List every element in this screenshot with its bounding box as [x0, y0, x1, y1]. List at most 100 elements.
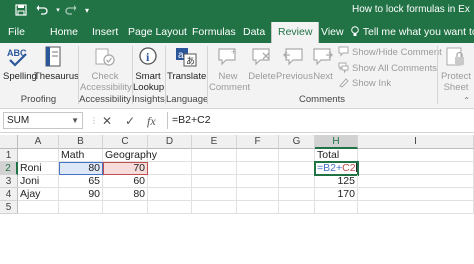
cell-a2[interactable]: Roni [18, 162, 59, 175]
grid-cell[interactable] [103, 201, 148, 214]
previous-comment-button[interactable]: Previous [276, 45, 313, 82]
tab-insert[interactable]: Insert [92, 22, 118, 43]
tab-review[interactable]: Review [271, 22, 320, 43]
tab-formulas[interactable]: Formulas [192, 22, 236, 43]
save-icon[interactable] [14, 4, 28, 18]
cell-c3[interactable]: 60 [103, 175, 148, 188]
grid-cell[interactable] [192, 162, 237, 175]
grid-cell[interactable] [59, 201, 103, 214]
grid-cell[interactable] [237, 175, 279, 188]
grid-cell[interactable] [192, 188, 237, 201]
column-header-a[interactable]: A [18, 135, 59, 149]
customize-quick-access-icon[interactable]: ▾ [80, 4, 94, 18]
cell-h4[interactable]: 170 [315, 188, 358, 201]
cell-b4[interactable]: 90 [59, 188, 103, 201]
grid-cell[interactable] [315, 201, 358, 214]
tab-page-layout[interactable]: Page Layout [128, 22, 187, 43]
row-header-5[interactable]: 5 [0, 201, 18, 214]
grid-cell[interactable] [279, 188, 315, 201]
grid-cell[interactable] [279, 201, 315, 214]
column-header-d[interactable]: D [148, 135, 192, 149]
next-comment-button[interactable]: Next [311, 45, 335, 82]
grid-cell[interactable] [237, 162, 279, 175]
column-header-f[interactable]: F [237, 135, 279, 149]
show-all-comments-label: Show All Comments [352, 63, 438, 74]
previous-label: Previous [276, 71, 313, 82]
next-label: Next [313, 71, 333, 82]
protect-sheet-button[interactable]: Protect Sheet [439, 45, 473, 93]
row-header-3[interactable]: 3 [0, 175, 18, 188]
show-all-comments-button[interactable]: Show All Comments [338, 62, 437, 75]
column-header-i[interactable]: I [358, 135, 474, 149]
thesaurus-button[interactable]: Thesaurus [34, 45, 79, 82]
row-header-2[interactable]: 2 [0, 162, 18, 175]
show-ink-button[interactable]: Show Ink [338, 77, 391, 90]
cell-b1[interactable]: Math [59, 149, 103, 162]
grid-cell[interactable] [279, 162, 315, 175]
select-all-corner[interactable] [0, 135, 18, 149]
grid-cell[interactable] [192, 175, 237, 188]
grid-cell[interactable] [358, 162, 474, 175]
cell-c4[interactable]: 80 [103, 188, 148, 201]
cell-b3[interactable]: 65 [59, 175, 103, 188]
chevron-down-icon[interactable]: ▼ [71, 113, 79, 128]
grid-cell[interactable] [18, 149, 59, 162]
column-header-c[interactable]: C [103, 135, 148, 149]
new-comment-button[interactable]: + New Comment [209, 45, 250, 93]
grid-cell[interactable] [148, 162, 192, 175]
grid-cell[interactable] [148, 201, 192, 214]
grid-cell[interactable] [358, 201, 474, 214]
grid-cell[interactable] [148, 175, 192, 188]
column-header-h[interactable]: H [315, 135, 358, 149]
grid-cell[interactable] [358, 175, 474, 188]
tab-file[interactable]: File [8, 22, 25, 43]
grid-cell[interactable] [237, 201, 279, 214]
undo-dropdown-icon[interactable]: ▾ [51, 4, 65, 18]
grid-cell[interactable] [18, 201, 59, 214]
svg-text:あ: あ [186, 56, 195, 67]
grid-cell[interactable] [358, 188, 474, 201]
thesaurus-label: Thesaurus [34, 71, 79, 82]
grid-cell[interactable] [148, 188, 192, 201]
name-box[interactable]: SUM ▼ [3, 112, 83, 129]
redo-icon[interactable] [64, 4, 78, 18]
collapse-ribbon-icon[interactable]: ⌃ [463, 96, 470, 105]
row-header-4[interactable]: 4 [0, 188, 18, 201]
svg-text:+: + [231, 47, 236, 57]
check-accessibility-button[interactable]: Check Accessibility [80, 45, 132, 93]
tab-view[interactable]: View [321, 22, 344, 43]
grid-cell[interactable] [237, 188, 279, 201]
delete-comment-button[interactable]: Delete [248, 45, 276, 82]
grid-cell[interactable] [358, 149, 474, 162]
column-header-g[interactable]: G [279, 135, 315, 149]
grid-cell[interactable] [279, 149, 315, 162]
tell-me-box[interactable]: Tell me what you want to do [350, 22, 474, 43]
cell-b2[interactable]: 80 [59, 162, 103, 175]
insert-function-icon[interactable]: fx [147, 114, 156, 128]
undo-icon[interactable] [35, 4, 49, 18]
tab-home[interactable]: Home [50, 22, 78, 43]
show-hide-comment-button[interactable]: Show/Hide Comment [338, 46, 442, 59]
grid-cell[interactable] [237, 149, 279, 162]
translate-button[interactable]: aあ Translate [167, 45, 206, 82]
grid-cell[interactable] [279, 175, 315, 188]
formula-input[interactable]: =B2+C2 [167, 112, 474, 129]
show-ink-label: Show Ink [352, 78, 392, 89]
cell-c1[interactable]: Geography [103, 149, 157, 162]
grid-cell[interactable] [192, 149, 237, 162]
cancel-icon[interactable]: ✕ [102, 114, 112, 128]
spelling-button[interactable]: ABC Spelling [3, 45, 37, 82]
cell-h2-editing[interactable]: =B2+C2 [314, 161, 359, 176]
row-header-1[interactable]: 1 [0, 149, 18, 162]
cell-h3[interactable]: 125 [315, 175, 358, 188]
cell-h1[interactable]: Total [315, 149, 358, 162]
smart-lookup-button[interactable]: i Smart Lookup [133, 45, 164, 93]
cell-a4[interactable]: Ajay [18, 188, 59, 201]
grid-cell[interactable] [192, 201, 237, 214]
cell-a3[interactable]: Joni [18, 175, 59, 188]
tab-data[interactable]: Data [243, 22, 265, 43]
enter-icon[interactable]: ✓ [125, 114, 135, 128]
column-header-b[interactable]: B [59, 135, 103, 149]
cell-c2[interactable]: 70 [103, 162, 148, 175]
column-header-e[interactable]: E [192, 135, 237, 149]
